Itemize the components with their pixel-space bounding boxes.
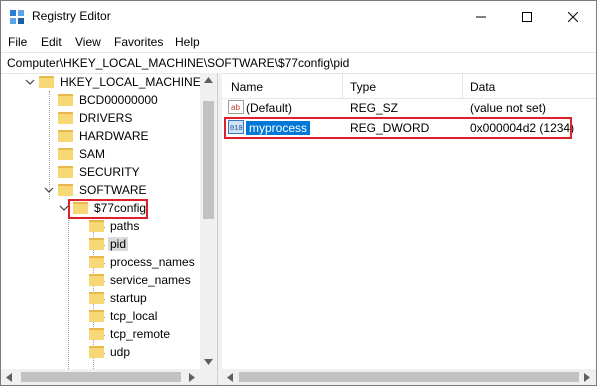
tree-item-label: tcp_local xyxy=(110,309,158,323)
tree-item-service-names[interactable]: service_names xyxy=(89,271,193,289)
window-title: Registry Editor xyxy=(32,9,111,23)
tree-item-label: service_names xyxy=(110,273,191,287)
folder-icon xyxy=(89,292,104,304)
tree-connector xyxy=(68,199,69,369)
string-value-icon: ab xyxy=(228,100,244,114)
tree-connector xyxy=(49,91,50,199)
folder-icon xyxy=(58,166,73,178)
menu-bar: File Edit View Favorites Help xyxy=(1,32,596,52)
tree-item-label: pid xyxy=(108,237,129,251)
address-path[interactable]: Computer\HKEY_LOCAL_MACHINE\SOFTWARE\$77… xyxy=(7,56,349,70)
chevron-down-icon[interactable] xyxy=(25,77,35,87)
tree-item-startup[interactable]: startup xyxy=(89,289,149,307)
chevron-down-icon[interactable] xyxy=(44,185,54,195)
column-separator[interactable] xyxy=(462,73,463,98)
address-bar[interactable]: Computer\HKEY_LOCAL_MACHINE\SOFTWARE\$77… xyxy=(1,52,596,74)
tree-item-tcp-local[interactable]: tcp_local xyxy=(89,307,159,325)
tree-item-label: HKEY_LOCAL_MACHINE xyxy=(60,75,201,89)
folder-icon xyxy=(58,184,73,196)
column-type[interactable]: Type xyxy=(350,80,376,94)
folder-icon xyxy=(89,328,104,340)
tree-item-label: HARDWARE xyxy=(79,129,149,143)
maximize-icon xyxy=(522,11,532,22)
tree-item-label: BCD00000000 xyxy=(79,93,158,107)
tree-item-label: paths xyxy=(110,219,140,233)
tree-item-software[interactable]: SOFTWARE xyxy=(58,181,149,199)
registry-editor-window: Registry Editor File Edit View Favorites… xyxy=(0,0,597,386)
tree-item-tcp-remote[interactable]: tcp_remote xyxy=(89,325,172,343)
list-hscroll-thumb[interactable] xyxy=(239,372,579,382)
value-type: REG_SZ xyxy=(350,101,399,115)
close-icon xyxy=(568,11,578,22)
value-data: (value not set) xyxy=(470,101,547,115)
folder-icon xyxy=(89,220,104,232)
tree-item-label: startup xyxy=(110,291,147,305)
column-separator[interactable] xyxy=(342,73,343,98)
tree-item-label: SECURITY xyxy=(79,165,140,179)
tree-item-label: process_names xyxy=(110,255,195,269)
menu-favorites[interactable]: Favorites xyxy=(114,35,163,49)
highlight-box-myprocess xyxy=(224,117,572,139)
tree-item-pid[interactable]: pid xyxy=(89,235,129,253)
scroll-down-icon[interactable] xyxy=(204,359,213,365)
folder-icon xyxy=(89,346,104,358)
folder-icon xyxy=(39,76,54,88)
tree-item-label: SOFTWARE xyxy=(79,183,147,197)
tree-item-paths[interactable]: paths xyxy=(89,217,141,235)
tree-item-hardware[interactable]: HARDWARE xyxy=(58,127,151,145)
minimize-button[interactable] xyxy=(458,1,504,32)
tree-item-label: DRIVERS xyxy=(79,111,133,125)
scroll-right-icon[interactable] xyxy=(584,373,590,382)
highlight-box-77config xyxy=(68,199,148,219)
tree-item-bcd[interactable]: BCD00000000 xyxy=(58,91,160,109)
folder-icon xyxy=(58,112,73,124)
tree-item-security[interactable]: SECURITY xyxy=(58,163,142,181)
menu-file[interactable]: File xyxy=(8,35,27,49)
svg-text:ab: ab xyxy=(231,103,240,112)
tree-scroll-thumb[interactable] xyxy=(203,101,214,219)
scroll-right-icon[interactable] xyxy=(189,373,195,382)
key-tree[interactable]: HKEY_LOCAL_MACHINE BCD00000000 DRIVERS H… xyxy=(1,73,217,369)
tree-item-sam[interactable]: SAM xyxy=(58,145,107,163)
folder-icon xyxy=(89,256,104,268)
close-button[interactable] xyxy=(550,1,596,32)
folder-icon xyxy=(58,130,73,142)
tree-item-hklm[interactable]: HKEY_LOCAL_MACHINE xyxy=(39,73,203,91)
tree-item-drivers[interactable]: DRIVERS xyxy=(58,109,134,127)
maximize-button[interactable] xyxy=(504,1,550,32)
folder-icon xyxy=(58,148,73,160)
folder-icon xyxy=(89,274,104,286)
menu-help[interactable]: Help xyxy=(175,35,200,49)
scroll-up-icon[interactable] xyxy=(204,77,213,83)
tree-item-label: SAM xyxy=(79,147,106,161)
column-data[interactable]: Data xyxy=(470,80,495,94)
title-bar[interactable]: Registry Editor xyxy=(1,1,596,32)
menu-view[interactable]: View xyxy=(75,35,101,49)
tree-item-label: udp xyxy=(110,345,131,359)
tree-item-udp[interactable]: udp xyxy=(89,343,132,361)
tree-item-process-names[interactable]: process_names xyxy=(89,253,197,271)
minimize-icon xyxy=(476,16,486,17)
menu-edit[interactable]: Edit xyxy=(41,35,62,49)
folder-icon xyxy=(89,310,104,322)
list-item[interactable]: ab (Default) REG_SZ (value not set) xyxy=(222,99,596,117)
value-name: (Default) xyxy=(246,101,293,115)
list-header: Name Type Data xyxy=(222,73,596,99)
scroll-left-icon[interactable] xyxy=(227,373,233,382)
registry-editor-icon xyxy=(10,10,24,24)
folder-icon xyxy=(89,238,104,250)
tree-item-label: tcp_remote xyxy=(110,327,171,341)
scroll-left-icon[interactable] xyxy=(6,373,12,382)
tree-hscroll-thumb[interactable] xyxy=(21,372,181,382)
column-name[interactable]: Name xyxy=(231,80,263,94)
folder-icon xyxy=(58,94,73,106)
